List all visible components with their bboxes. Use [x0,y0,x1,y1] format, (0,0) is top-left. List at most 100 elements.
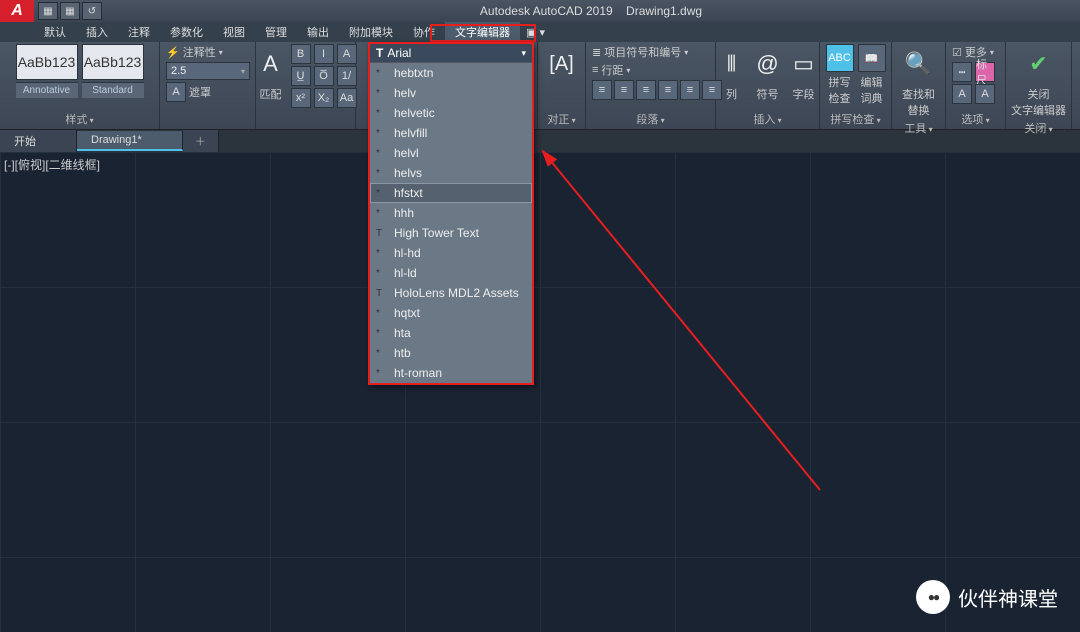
font-option[interactable]: *helvfill [370,123,532,143]
shx-icon: * [376,128,388,139]
panel-close: ✔ 关闭 文字编辑器 关闭 [1006,42,1072,129]
font-option[interactable]: *hqtxt [370,303,532,323]
panel-paragraph: ≣项目符号和编号▾ ≡行距▾ ≡ ≡ ≡ ≡ ≡ ≡ 段落 [586,42,716,129]
superscript-button[interactable]: x² [291,88,311,108]
panel-spell: ABC拼写 检查 📖编辑 词典 拼写检查 [820,42,892,129]
overline-button[interactable]: O̅ [314,66,334,86]
field-icon[interactable]: ▭ [788,44,820,84]
font-option[interactable]: *helvs [370,163,532,183]
menu-manage[interactable]: 管理 [255,22,297,42]
tab-new[interactable]: ＋ [183,130,219,152]
symbol-icon[interactable]: @ [752,44,784,84]
dict-icon[interactable]: 📖 [858,44,886,72]
panel-label-spell: 拼写检查 [830,109,880,129]
bullets-label[interactable]: 项目符号和编号 [604,44,681,60]
align-justify-button[interactable]: ≡ [658,80,678,100]
menu-output[interactable]: 输出 [297,22,339,42]
more-icon: ☑ [952,46,962,59]
align-center-button[interactable]: ≡ [614,80,634,100]
columns-icon[interactable]: ⫴ [716,44,748,84]
symbol-label: 符号 [757,86,779,102]
menu-view[interactable]: 视图 [213,22,255,42]
font-a-button[interactable]: A [337,44,357,64]
wechat-icon: ●● [916,580,950,614]
viewport-label[interactable]: [-][俯视][二维线框] [4,156,100,173]
panel-label-close: 关闭 [1024,118,1052,138]
panel-label-tools: 工具 [904,118,932,138]
menu-parametric[interactable]: 参数化 [160,22,213,42]
panel-annotative: ⚡注释性▾ 2.5 A遮罩 . [160,42,256,129]
font-option[interactable]: *hl-hd [370,243,532,263]
mask-label[interactable]: 遮罩 [189,84,211,100]
shx-icon: * [376,248,388,259]
font-option-label: hta [394,326,411,340]
justify-icon[interactable]: [A] [546,44,578,84]
case-button[interactable]: Aa [337,88,357,108]
shx-icon: * [376,308,388,319]
dict-label: 编辑 词典 [861,74,883,106]
font-list[interactable]: *hebtxtn*helv*helvetic*helvfill*helvl*he… [370,63,532,383]
qat-button[interactable]: ▦ [60,2,80,20]
style-preview-annotative[interactable]: AaBb123 [16,44,78,80]
font-option[interactable]: *hfstxt [370,183,532,203]
opt-b-button[interactable]: A [975,84,995,104]
font-option[interactable]: *helvl [370,143,532,163]
font-option[interactable]: *ht-roman [370,363,532,383]
font-option[interactable]: *hebtxtn [370,63,532,83]
underline-button[interactable]: U̲ [291,66,311,86]
italic-button[interactable]: I [314,44,334,64]
strike-button[interactable]: 1/ [337,66,357,86]
ribbon: AaBb123 Annotative AaBb123 Standard 样式 ⚡… [0,42,1080,130]
spacing-label[interactable]: 行距 [601,62,623,78]
panel-style: AaBb123 Annotative AaBb123 Standard 样式 [0,42,160,129]
menu-insert[interactable]: 插入 [76,22,118,42]
find-icon[interactable]: 🔍 [903,44,935,84]
opt-a-button[interactable]: A [952,84,972,104]
menu-annotate[interactable]: 注释 [118,22,160,42]
watermark-text: 伙伴神课堂 [958,583,1058,612]
close-editor-icon[interactable]: ✔ [1023,44,1055,84]
font-option[interactable]: THoloLens MDL2 Assets [370,283,532,303]
font-option[interactable]: *hhh [370,203,532,223]
align-right-button[interactable]: ≡ [636,80,656,100]
columns-label: 列 [726,86,737,102]
font-dropdown[interactable]: T Arial *hebtxtn*helv*helvetic*helvfill*… [368,42,534,385]
font-option[interactable]: *htb [370,343,532,363]
font-option[interactable]: *hta [370,323,532,343]
text-height-combo[interactable]: 2.5 [166,62,250,80]
watermark: ●● 伙伴神课堂 [916,580,1058,614]
tab-start[interactable]: 开始 [0,130,77,152]
window-title: Autodesk AutoCAD 2019 Drawing1.dwg [102,4,1080,18]
shx-icon: * [376,268,388,279]
drawing-canvas[interactable]: [-][俯视][二维线框] [0,152,1080,632]
highlight-button[interactable]: 标尺 [975,62,995,82]
menu-default[interactable]: 默认 [34,22,76,42]
spellcheck-icon[interactable]: ABC [826,44,854,72]
font-option[interactable]: *helvetic [370,103,532,123]
menu-addins[interactable]: 附加模块 [339,22,403,42]
spellcheck-label: 拼写 检查 [829,74,851,106]
font-option[interactable]: THigh Tower Text [370,223,532,243]
font-option-label: hhh [394,206,414,220]
font-option-label: hl-ld [394,266,417,280]
find-label: 查找和 替换 [902,86,935,118]
app-logo: A [0,0,34,22]
font-option[interactable]: *helv [370,83,532,103]
panel-insert: ⫴列 @符号 ▭字段 插入 [716,42,820,129]
ruler-button[interactable]: ┅ [952,62,972,82]
qat-button[interactable]: ↺ [82,2,102,20]
highlight-box-tab [430,24,536,42]
mask-icon[interactable]: A [166,82,186,102]
match-icon[interactable]: A [255,44,287,84]
align-dist-button[interactable]: ≡ [680,80,700,100]
annotative-label[interactable]: 注释性 [183,44,216,60]
qat-button[interactable]: ▦ [38,2,58,20]
align-left-button[interactable]: ≡ [592,80,612,100]
bold-button[interactable]: B [291,44,311,64]
tab-drawing1[interactable]: Drawing1* [77,131,183,151]
shx-icon: * [376,168,388,179]
font-selected-row[interactable]: T Arial [370,44,532,63]
style-preview-standard[interactable]: AaBb123 [82,44,144,80]
subscript-button[interactable]: X₂ [314,88,334,108]
font-option[interactable]: * hl-ld [370,263,532,283]
